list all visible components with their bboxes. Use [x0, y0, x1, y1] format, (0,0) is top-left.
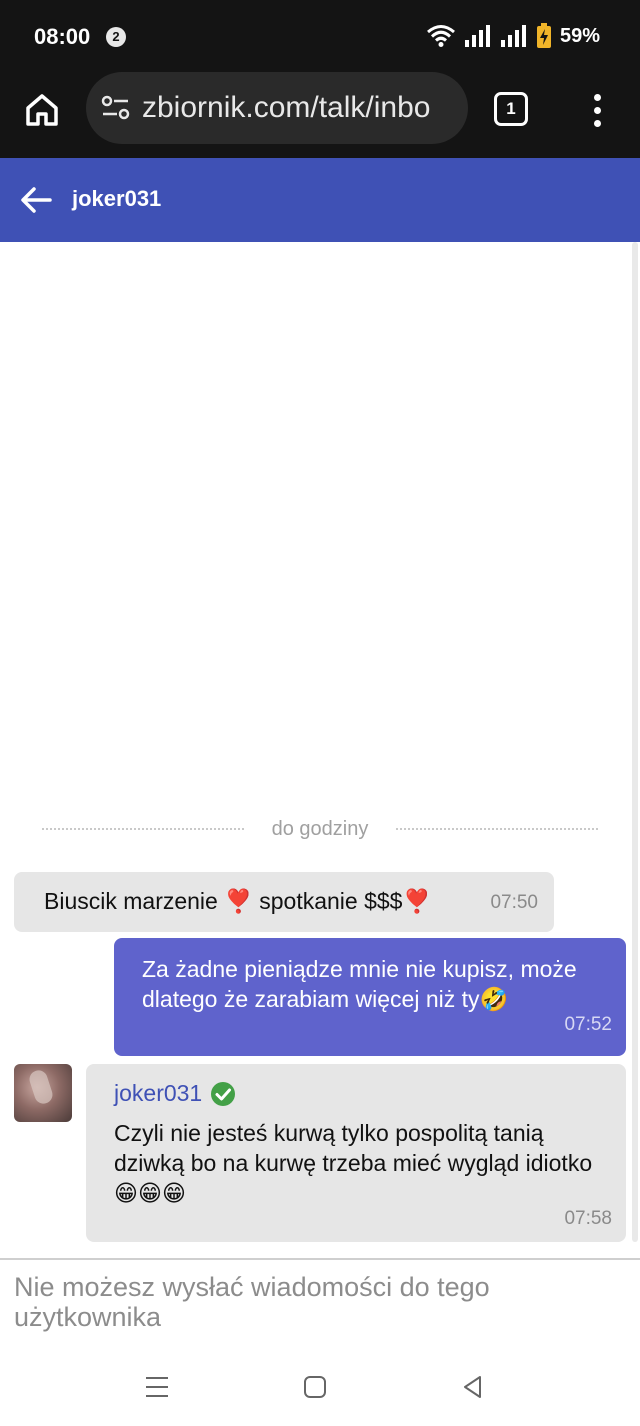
tab-switcher-button[interactable]: 1 [494, 92, 528, 126]
recent-apps-icon[interactable] [142, 1372, 172, 1402]
verified-check-icon [211, 1081, 236, 1106]
scrollbar[interactable] [632, 242, 638, 1242]
url-text: zbiornik.com/talk/inbo [142, 91, 431, 124]
back-arrow-icon[interactable] [18, 182, 54, 218]
signal-strength-icon [464, 25, 490, 47]
separator-line [42, 828, 244, 830]
battery-level: 59% [559, 24, 600, 47]
site-settings-icon[interactable] [100, 92, 132, 124]
status-icons: 59% [426, 22, 600, 50]
back-nav-icon[interactable] [458, 1372, 488, 1402]
notification-count-badge: 2 [106, 27, 126, 47]
message-composer-disabled: Nie możesz wysłać wiadomości do tego uży… [0, 1258, 640, 1348]
status-bar: 08:00 2 59% [0, 0, 640, 72]
avatar[interactable] [14, 1064, 72, 1122]
signal-strength-icon [500, 25, 526, 47]
message-time: 07:58 [564, 1208, 612, 1229]
message-text: Biuscik marzenie ❣️ spotkanie $$$❣️ [44, 888, 432, 914]
wifi-icon [427, 25, 455, 47]
status-time: 08:00 [34, 24, 91, 49]
separator-line [396, 828, 598, 830]
battery-charging-icon [536, 23, 551, 48]
message-time: 07:52 [564, 1014, 612, 1035]
outgoing-message: Za żadne pieniądze mnie nie kupisz, może… [114, 938, 626, 1056]
sender-name[interactable]: joker031 [114, 1080, 202, 1107]
conversation-header: joker031 [0, 158, 640, 242]
disabled-composer-notice: Nie możesz wysłać wiadomości do tego uży… [14, 1272, 490, 1332]
system-navigation-bar [0, 1350, 640, 1426]
date-separator: do godziny [42, 816, 598, 842]
address-bar[interactable]: zbiornik.com/talk/inbo [86, 72, 468, 144]
message-text: Za żadne pieniądze mnie nie kupisz, może… [142, 956, 577, 1012]
home-icon[interactable] [22, 90, 62, 130]
browser-toolbar: zbiornik.com/talk/inbo 1 [0, 72, 640, 158]
date-separator-label: do godziny [271, 817, 369, 840]
more-options-icon[interactable] [586, 90, 608, 130]
message-list[interactable]: do godziny Biuscik marzenie ❣️ spotkanie… [0, 242, 640, 1258]
message-sender[interactable]: joker031 [114, 1080, 236, 1107]
conversation-title: joker031 [72, 186, 162, 211]
message-text: Czyli nie jesteś kurwą tylko pospolitą t… [114, 1120, 593, 1206]
incoming-message: joker031 Czyli nie jesteś kurwą tylko po… [86, 1064, 626, 1242]
message-time: 07:50 [490, 892, 538, 913]
incoming-message: Biuscik marzenie ❣️ spotkanie $$$❣️ 07:5… [14, 872, 554, 932]
home-nav-icon[interactable] [300, 1372, 330, 1402]
